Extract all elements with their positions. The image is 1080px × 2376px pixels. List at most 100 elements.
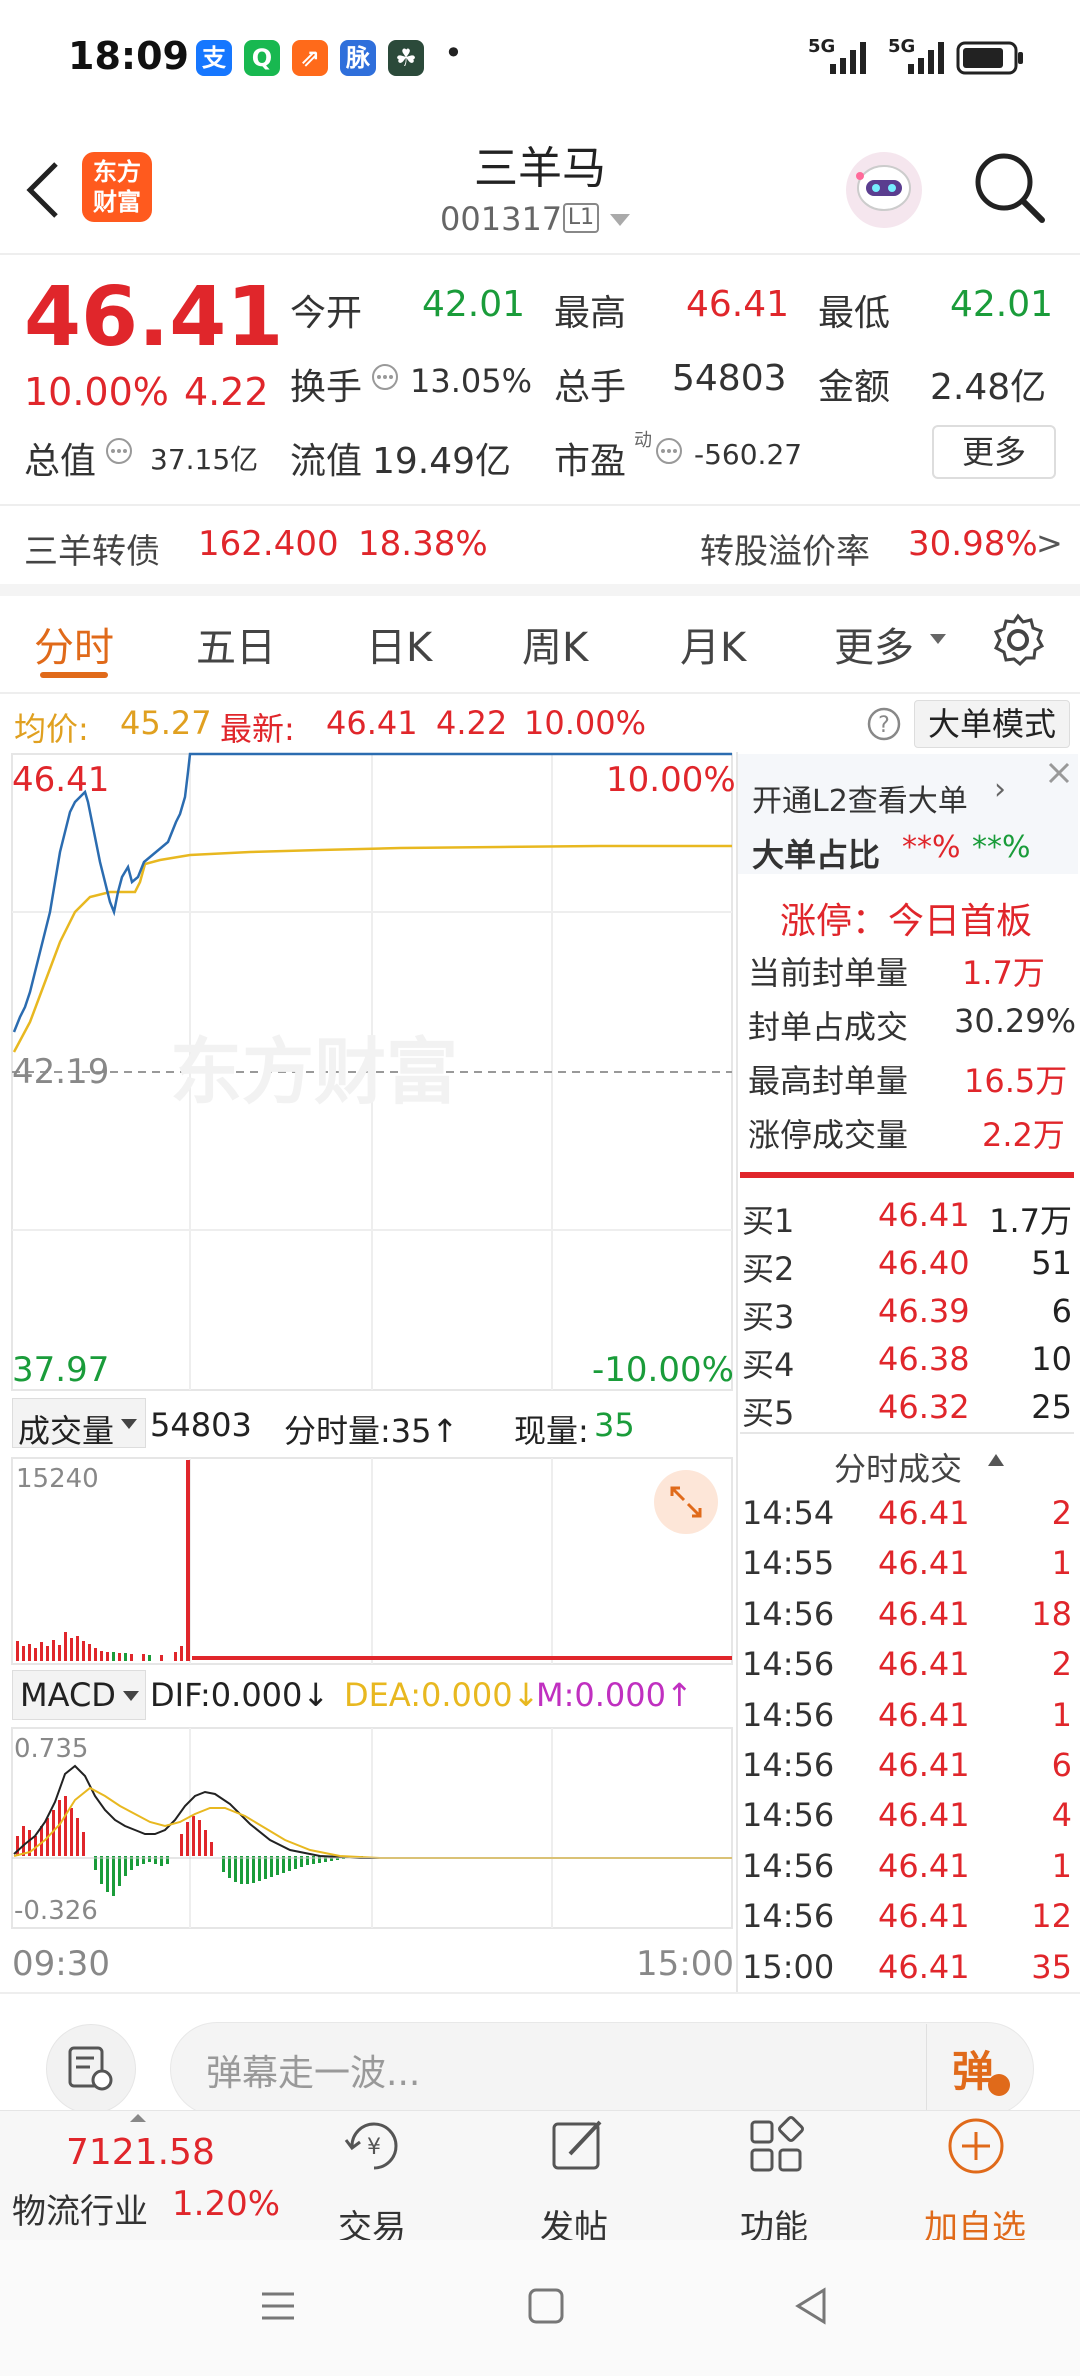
tab-weekly-k[interactable]: 周K xyxy=(522,615,588,673)
tab-more[interactable]: 更多 xyxy=(834,615,914,673)
bond-pct: 18.38% xyxy=(358,524,488,564)
macd-label: MACD xyxy=(20,1676,116,1714)
sector-pct: 1.20% xyxy=(172,2184,281,2224)
stock-code: 001317 xyxy=(440,200,563,238)
low-label: 最低 xyxy=(818,293,891,334)
intraday-price-chart[interactable]: 东方财富 xyxy=(0,752,736,1392)
function-grid-icon[interactable] xyxy=(744,2114,808,2178)
add-watchlist-icon[interactable] xyxy=(944,2114,1008,2178)
divider xyxy=(740,1432,1074,1434)
tab-monthly-k[interactable]: 月K xyxy=(680,615,746,673)
l2-link[interactable]: 开通L2查看大单 xyxy=(752,776,968,820)
help-icon[interactable]: ? xyxy=(866,706,902,742)
gear-icon[interactable] xyxy=(990,612,1046,668)
trade-icon[interactable]: ¥ xyxy=(342,2114,406,2178)
macd-axis-bottom: -0.326 xyxy=(14,1896,98,1926)
open-label: 今开 xyxy=(290,293,363,334)
signal-icon-2 xyxy=(908,42,944,74)
bond-name[interactable]: 三羊转债 xyxy=(24,524,160,573)
svg-text:?: ? xyxy=(878,713,890,738)
limit-up-divider xyxy=(740,1172,1074,1178)
chevron-right-icon[interactable]: › xyxy=(994,772,1006,807)
macd-axis-top: 0.735 xyxy=(14,1734,89,1764)
stat-value: 30.29% xyxy=(954,1002,1077,1040)
bid-label: 买3 xyxy=(742,1298,795,1336)
avg-value: 45.27 xyxy=(120,704,212,742)
current-price: 46.41 xyxy=(24,270,284,365)
bid-qty: 10 xyxy=(1031,1340,1072,1378)
macd-chart[interactable] xyxy=(0,1726,736,1930)
stat-label: 涨停成交量 xyxy=(748,1116,909,1154)
tab-intraday[interactable]: 分时 xyxy=(34,615,114,673)
amount-label: 金额 xyxy=(818,367,891,408)
maimai-icon: 脉 xyxy=(340,40,376,76)
pe-value: -560.27 xyxy=(694,438,803,471)
more-button[interactable]: 更多 xyxy=(932,425,1056,479)
back-icon[interactable] xyxy=(790,2284,834,2328)
premium-label[interactable]: 转股溢价率 xyxy=(700,524,870,573)
trade-price: 46.41 xyxy=(878,1494,970,1532)
info-dots-icon[interactable] xyxy=(370,362,400,392)
caret-up-icon xyxy=(988,1454,1004,1466)
trade-price: 46.41 xyxy=(878,1796,970,1835)
trade-time: 14:54 xyxy=(742,1494,835,1532)
pe-label: 市盈 xyxy=(554,441,627,482)
bid-qty: 51 xyxy=(1031,1244,1072,1282)
bid-qty: 1.7万 xyxy=(989,1202,1072,1240)
now-volume-label: 现量: xyxy=(514,1412,589,1450)
trade-qty: 2 xyxy=(1051,1494,1072,1532)
limit-up-title: 涨停：今日首板 xyxy=(780,901,1033,942)
price-axis-bottom: 37.97 xyxy=(12,1350,110,1390)
turnover-value: 13.05% xyxy=(410,362,533,400)
post-icon[interactable] xyxy=(546,2114,610,2178)
trade-qty: 2 xyxy=(1051,1645,1072,1684)
trade-price: 46.41 xyxy=(878,1947,970,1986)
last-value: 46.41 xyxy=(326,704,418,742)
caret-down-icon[interactable] xyxy=(608,212,632,228)
bid-price: 46.38 xyxy=(878,1340,970,1378)
bid-price: 46.32 xyxy=(878,1388,970,1426)
trade-time: 14:55 xyxy=(742,1544,835,1583)
trade-time: 14:56 xyxy=(742,1897,835,1936)
sector-index-value[interactable]: 7121.58 xyxy=(66,2132,215,2173)
comment-placeholder: 弹幕走一波... xyxy=(206,2053,421,2094)
bid-price: 46.39 xyxy=(878,1292,970,1330)
trade-qty: 1 xyxy=(1051,1695,1072,1734)
close-icon[interactable] xyxy=(1046,760,1072,786)
trade-time: 14:56 xyxy=(742,1846,835,1885)
trade-qty: 6 xyxy=(1051,1746,1072,1784)
high-label: 最高 xyxy=(554,293,627,334)
info-dots-icon[interactable] xyxy=(654,436,684,466)
mktcap-value: 37.15亿 xyxy=(150,443,259,476)
trade-time: 14:56 xyxy=(742,1796,835,1835)
turnover-label: 换手 xyxy=(290,367,363,408)
m-value: M:0.000↑ xyxy=(536,1676,693,1714)
info-dots-icon[interactable] xyxy=(104,436,134,466)
trade-price: 46.41 xyxy=(878,1695,970,1734)
chevron-right-icon[interactable]: > xyxy=(1036,524,1063,562)
price-axis-top: 46.41 xyxy=(12,760,110,800)
menu-icon[interactable] xyxy=(256,2284,300,2328)
volume-label: 总手 xyxy=(554,367,627,408)
trade-price: 46.41 xyxy=(878,1746,970,1784)
bid-label: 买4 xyxy=(742,1346,795,1384)
trade-qty: 35 xyxy=(1031,1947,1072,1986)
home-icon[interactable] xyxy=(526,2286,566,2326)
trade-price: 46.41 xyxy=(878,1897,970,1936)
last-pct: 10.00% xyxy=(524,704,647,742)
tab-daily-k[interactable]: 日K xyxy=(366,615,432,673)
volume-chart[interactable] xyxy=(0,1456,736,1666)
search-icon[interactable] xyxy=(972,150,1048,226)
stat-value: 16.5万 xyxy=(964,1062,1068,1100)
caret-up-icon xyxy=(130,2114,146,2122)
last-label: 最新: xyxy=(220,710,295,748)
tab-five-day[interactable]: 五日 xyxy=(196,615,276,673)
change-abs: 4.22 xyxy=(184,370,269,414)
stat-label: 当前封单量 xyxy=(748,954,909,992)
mktcap-label: 总值 xyxy=(24,441,97,482)
robot-assistant-icon[interactable] xyxy=(842,148,926,232)
trades-title[interactable]: 分时成交 xyxy=(834,1444,962,1490)
big-order-mode-button[interactable]: 大单模式 xyxy=(914,700,1070,748)
bond-price: 162.400 xyxy=(198,524,339,564)
sector-name[interactable]: 物流行业 xyxy=(12,2184,148,2233)
